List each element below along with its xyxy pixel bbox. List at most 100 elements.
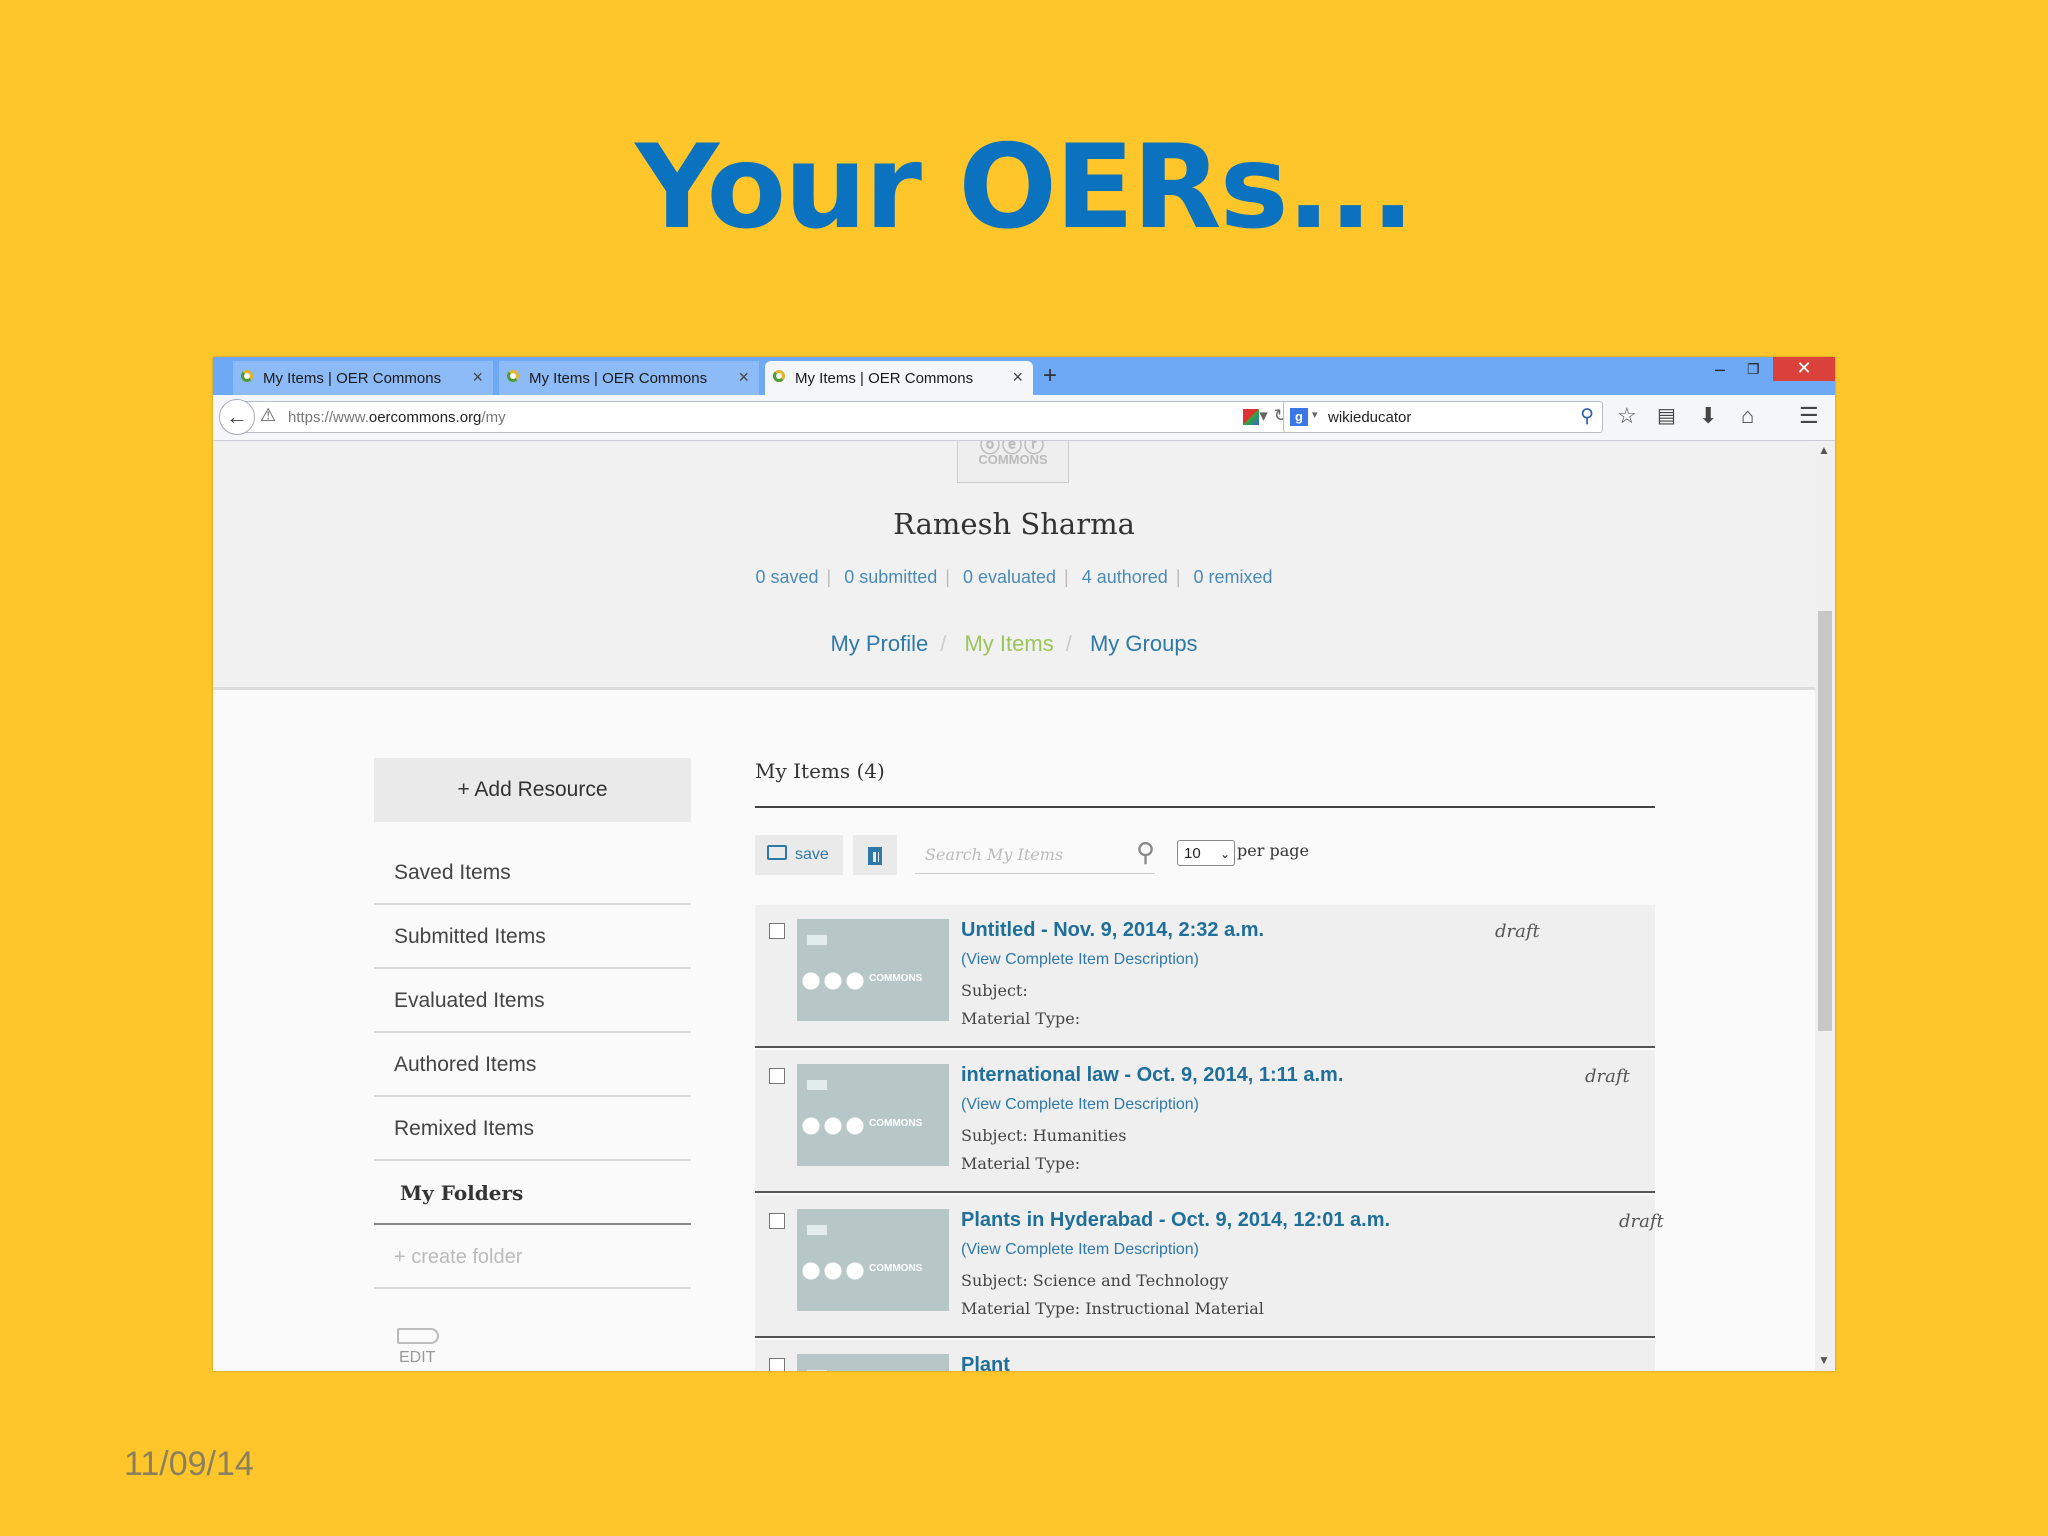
- reading-list-icon[interactable]: ▤: [1657, 403, 1676, 428]
- dropdown-arrow-icon[interactable]: ▾: [1312, 408, 1318, 421]
- search-icon[interactable]: ⚲: [1136, 837, 1155, 868]
- delete-button[interactable]: [853, 835, 897, 875]
- addon-icon[interactable]: [1243, 408, 1260, 425]
- my-items-title: My Items (4): [755, 759, 885, 783]
- item-checkbox[interactable]: [769, 1358, 785, 1371]
- tab-3-active[interactable]: My Items | OER Commons ×: [765, 361, 1033, 395]
- tab-strip: My Items | OER Commons × My Items | OER …: [213, 357, 1835, 395]
- folder-icon: [767, 845, 787, 860]
- search-engine-icon[interactable]: g: [1290, 408, 1308, 426]
- item-title[interactable]: Plant: [961, 1354, 1010, 1371]
- item-description-link[interactable]: (View Complete Item Description): [961, 1241, 1199, 1259]
- item-row: COMMONS Plants in Hyderabad - Oct. 9, 20…: [755, 1195, 1664, 1338]
- oer-favicon-icon: [773, 370, 785, 382]
- search-go-icon[interactable]: ⚲: [1580, 405, 1594, 428]
- stat-authored[interactable]: 4 authored: [1082, 567, 1168, 587]
- item-thumbnail[interactable]: COMMONS: [797, 1354, 949, 1371]
- tab-close-icon[interactable]: ×: [472, 367, 483, 388]
- profile-nav: My Profile / My Items / My Groups: [830, 631, 1198, 656]
- item-description-link[interactable]: (View Complete Item Description): [961, 951, 1199, 969]
- slide-title: Your OERs...: [635, 120, 1415, 255]
- item-subject: Subject: Humanities: [961, 1126, 1127, 1145]
- item-checkbox[interactable]: [769, 923, 785, 939]
- search-my-items: ⚲: [915, 835, 1155, 874]
- item-thumbnail[interactable]: COMMONS: [797, 1209, 949, 1311]
- edit-link[interactable]: EDIT: [399, 1349, 435, 1367]
- profile-name: Ramesh Sharma: [893, 507, 1135, 541]
- item-description-link[interactable]: (View Complete Item Description): [961, 1096, 1199, 1114]
- menu-icon[interactable]: ☰: [1799, 403, 1819, 429]
- item-row: COMMONS Untitled - Nov. 9, 2014, 2:32 a.…: [755, 905, 1655, 1048]
- page-content: ⓞⓔⓡ COMMONS Ramesh Sharma 0 saved | 0 subm…: [213, 441, 1815, 1371]
- item-thumbnail[interactable]: COMMONS: [797, 1064, 949, 1166]
- scroll-down-icon[interactable]: ▼: [1818, 1353, 1830, 1367]
- profile-stats: 0 saved | 0 submitted | 0 evaluated | 4 aut…: [755, 567, 1273, 587]
- item-status: draft: [1619, 1211, 1664, 1232]
- nav-my-items[interactable]: My Items: [964, 631, 1053, 656]
- scrollbar-thumb[interactable]: [1818, 611, 1832, 1031]
- sidebar-item-evaluated[interactable]: Evaluated Items: [374, 969, 691, 1033]
- url-bar[interactable]: ⚠ https://www.oercommons.org/my ▾↻: [243, 401, 1303, 433]
- window-close-button[interactable]: ✕: [1773, 357, 1835, 381]
- oer-commons-logo: ⓞⓔⓡ COMMONS: [957, 441, 1069, 483]
- search-input[interactable]: wikieducator: [1328, 409, 1411, 426]
- warning-icon: ⚠: [260, 405, 277, 425]
- scroll-up-icon[interactable]: ▲: [1818, 443, 1830, 457]
- pencil-icon[interactable]: [397, 1328, 439, 1344]
- sidebar-item-submitted[interactable]: Submitted Items: [374, 905, 691, 969]
- item-row: COMMONS international law - Oct. 9, 2014…: [755, 1050, 1655, 1193]
- minimize-icon[interactable]: –: [1715, 359, 1725, 380]
- item-checkbox[interactable]: [769, 1068, 785, 1084]
- item-material-type: Material Type:: [961, 1009, 1081, 1028]
- per-page-select[interactable]: 10 ⌄: [1177, 840, 1235, 866]
- tab-label: My Items | OER Commons: [263, 369, 442, 387]
- vertical-scrollbar[interactable]: ▲ ▼: [1815, 441, 1835, 1371]
- item-title[interactable]: Plants in Hyderabad - Oct. 9, 2014, 12:0…: [961, 1209, 1390, 1232]
- bookmark-star-icon[interactable]: ☆: [1617, 403, 1637, 429]
- tab-2[interactable]: My Items | OER Commons ×: [499, 361, 759, 395]
- stat-evaluated[interactable]: 0 evaluated: [963, 567, 1056, 587]
- back-button[interactable]: ←: [219, 399, 255, 435]
- search-my-items-input[interactable]: [915, 835, 1127, 865]
- stat-saved[interactable]: 0 saved: [755, 567, 818, 587]
- my-folders-heading: My Folders: [374, 1161, 691, 1225]
- item-title[interactable]: international law - Oct. 9, 2014, 1:11 a…: [961, 1064, 1343, 1087]
- navigation-bar: ⚠ https://www.oercommons.org/my ▾↻ ← g ▾…: [213, 395, 1835, 441]
- restore-icon[interactable]: ❐: [1747, 361, 1760, 378]
- item-subject: Subject:: [961, 981, 1028, 1000]
- tab-label: My Items | OER Commons: [795, 369, 974, 387]
- url-text: https://www.oercommons.org/my: [288, 409, 506, 426]
- sidebar-item-authored[interactable]: Authored Items: [374, 1033, 691, 1097]
- item-row: COMMONS Plant: [755, 1340, 1655, 1371]
- search-bar[interactable]: g ▾ wikieducator ⚲: [1283, 401, 1603, 433]
- item-status: draft: [1495, 921, 1540, 942]
- slide-date: 11/09/14: [124, 1445, 254, 1483]
- tab-close-icon[interactable]: ×: [738, 367, 749, 388]
- sidebar-item-saved[interactable]: Saved Items: [374, 841, 691, 905]
- home-icon[interactable]: ⌂: [1741, 403, 1754, 429]
- per-page-label: per page: [1237, 841, 1309, 860]
- item-thumbnail[interactable]: COMMONS: [797, 919, 949, 1021]
- item-status: draft: [1585, 1066, 1630, 1087]
- add-resource-button[interactable]: + Add Resource: [374, 758, 691, 822]
- save-button[interactable]: save: [755, 835, 843, 875]
- stat-submitted[interactable]: 0 submitted: [844, 567, 937, 587]
- create-folder-link[interactable]: + create folder: [374, 1225, 691, 1289]
- nav-my-profile[interactable]: My Profile: [830, 631, 928, 656]
- back-icon: ←: [226, 404, 248, 429]
- item-checkbox[interactable]: [769, 1213, 785, 1229]
- dropdown-arrow-icon[interactable]: ▾: [1259, 406, 1274, 425]
- tab-close-icon[interactable]: ×: [1012, 367, 1023, 388]
- item-subject: Subject: Science and Technology: [961, 1271, 1229, 1290]
- item-material-type: Material Type: Instructional Material: [961, 1299, 1264, 1318]
- tab-1[interactable]: My Items | OER Commons ×: [233, 361, 493, 395]
- divider: [755, 806, 1655, 808]
- download-icon[interactable]: ⬇: [1699, 403, 1717, 429]
- new-tab-button[interactable]: +: [1043, 362, 1057, 390]
- sidebar-item-remixed[interactable]: Remixed Items: [374, 1097, 691, 1161]
- nav-my-groups[interactable]: My Groups: [1090, 631, 1198, 656]
- item-title[interactable]: Untitled - Nov. 9, 2014, 2:32 a.m.: [961, 919, 1264, 942]
- stat-remixed[interactable]: 0 remixed: [1194, 567, 1273, 587]
- profile-header: ⓞⓔⓡ COMMONS Ramesh Sharma 0 saved | 0 subm…: [213, 441, 1815, 690]
- trash-icon: [868, 847, 882, 865]
